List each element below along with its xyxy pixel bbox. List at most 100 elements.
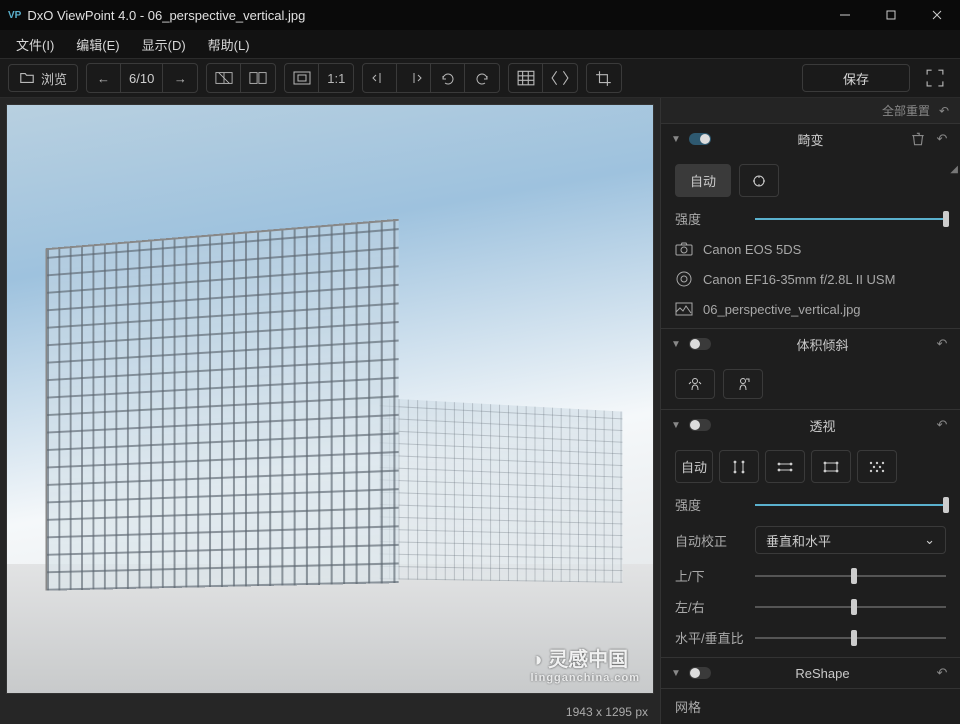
section-distortion: ▼ 畸变 ↶ 自动 强度 Canon EOS 5DS	[661, 124, 960, 329]
window-controls	[822, 0, 960, 30]
menu-file[interactable]: 文件(I)	[8, 31, 62, 58]
volume-tool-2-button[interactable]	[723, 369, 763, 399]
distortion-toggle[interactable]	[689, 133, 711, 145]
camera-info: Canon EOS 5DS	[675, 240, 946, 258]
reset-icon[interactable]: ↶	[934, 665, 950, 681]
crop-button[interactable]	[587, 64, 621, 92]
section-perspective-head[interactable]: ▼ 透视 ↶	[661, 410, 960, 440]
leftright-label: 左/右	[675, 597, 745, 616]
distortion-intensity-slider[interactable]	[755, 211, 946, 227]
nav-position: 6/10	[121, 64, 163, 92]
undo-icon[interactable]: ↶	[936, 103, 952, 119]
updown-slider[interactable]	[755, 568, 946, 584]
adjustments-panel: 全部重置 ↶ ▼ 畸变 ↶ 自动 强度	[660, 98, 960, 724]
toolbar: 浏览 ← 6/10 → 1:1 保存	[0, 58, 960, 98]
nav-next-button[interactable]: →	[163, 64, 197, 92]
crop-group	[586, 63, 622, 93]
grid-group	[508, 63, 578, 93]
caret-down-icon: ▼	[671, 668, 681, 679]
reset-icon[interactable]: ↶	[934, 417, 950, 433]
crop-grid-label: 网格	[675, 697, 745, 716]
file-info: 06_perspective_vertical.jpg	[675, 300, 946, 318]
flip-group	[362, 63, 500, 93]
perspective-intensity-slider[interactable]	[755, 497, 946, 513]
menu-help[interactable]: 帮助(L)	[200, 31, 258, 58]
auto-correct-select[interactable]: 垂直和水平 ⌄	[755, 526, 946, 554]
reshape-toggle[interactable]	[689, 667, 711, 679]
camera-name: Canon EOS 5DS	[703, 242, 801, 257]
maximize-button[interactable]	[868, 0, 914, 30]
perspective-toggle[interactable]	[689, 419, 711, 431]
section-reshape: ▼ ReShape ↶	[661, 658, 960, 689]
reshape-title: ReShape	[719, 666, 926, 681]
window-title: DxO ViewPoint 4.0 - 06_perspective_verti…	[27, 8, 822, 23]
section-volume-head[interactable]: ▼ 体积倾斜 ↶	[661, 329, 960, 359]
zoom-group: 1:1	[284, 63, 354, 93]
auto-correct-label: 自动校正	[675, 531, 745, 550]
ratio-slider[interactable]	[755, 630, 946, 646]
perspective-intensity-label: 强度	[675, 495, 745, 514]
guides-button[interactable]	[543, 64, 577, 92]
section-crop: 网格	[661, 689, 960, 724]
close-button[interactable]	[914, 0, 960, 30]
volume-toggle[interactable]	[689, 338, 711, 350]
rotate-cw-button[interactable]	[465, 64, 499, 92]
distortion-manual-button[interactable]	[739, 164, 779, 197]
distortion-title: 畸变	[719, 130, 902, 149]
reset-icon[interactable]: ↶	[934, 336, 950, 352]
updown-label: 上/下	[675, 566, 745, 585]
status-bar: 1943 x 1295 px	[0, 700, 660, 724]
lens-info: Canon EF16-35mm f/2.8L II USM	[675, 270, 946, 288]
perspective-tool-horizontal[interactable]	[765, 450, 805, 483]
reset-all-label[interactable]: 全部重置	[882, 102, 930, 119]
section-reshape-head[interactable]: ▼ ReShape ↶	[661, 658, 960, 688]
distortion-auto-button[interactable]: 自动	[675, 164, 731, 197]
section-perspective: ▼ 透视 ↶ 自动 强度 自动校正	[661, 410, 960, 658]
caret-down-icon: ▼	[671, 134, 681, 145]
perspective-tool-rect[interactable]	[811, 450, 851, 483]
caret-down-icon: ▼	[671, 420, 681, 431]
leftright-slider[interactable]	[755, 599, 946, 615]
nav-group: ← 6/10 →	[86, 63, 198, 93]
volume-tool-1-button[interactable]	[675, 369, 715, 399]
section-volume: ▼ 体积倾斜 ↶	[661, 329, 960, 410]
file-name: 06_perspective_vertical.jpg	[703, 302, 861, 317]
compare-split-button[interactable]	[207, 64, 241, 92]
compare-side-button[interactable]	[241, 64, 275, 92]
image-dimensions: 1943 x 1295 px	[566, 705, 648, 719]
image-viewer: 1943 x 1295 px ◑ 灵感中国 lingganchina.com	[0, 98, 660, 724]
lens-name: Canon EF16-35mm f/2.8L II USM	[703, 272, 895, 287]
distortion-intensity-label: 强度	[675, 209, 745, 228]
auto-correct-value: 垂直和水平	[766, 531, 831, 550]
perspective-title: 透视	[719, 416, 926, 435]
zoom-fit-button[interactable]	[285, 64, 319, 92]
perspective-tool-8pt[interactable]	[857, 450, 897, 483]
zoom-11-button[interactable]: 1:1	[319, 64, 353, 92]
fullscreen-button[interactable]	[918, 64, 952, 92]
flip-v-button[interactable]	[397, 64, 431, 92]
menu-view[interactable]: 显示(D)	[134, 31, 194, 58]
nav-prev-button[interactable]: ←	[87, 64, 121, 92]
panel-header: 全部重置 ↶	[661, 98, 960, 124]
grid-button[interactable]	[509, 64, 543, 92]
trash-icon[interactable]	[910, 131, 926, 147]
save-button[interactable]: 保存	[802, 64, 910, 92]
flip-h-button[interactable]	[363, 64, 397, 92]
title-bar: VP DxO ViewPoint 4.0 - 06_perspective_ve…	[0, 0, 960, 30]
rotate-ccw-button[interactable]	[431, 64, 465, 92]
browse-button[interactable]: 浏览	[8, 64, 78, 92]
perspective-tool-vertical[interactable]	[719, 450, 759, 483]
app-logo: VP	[8, 10, 21, 21]
reset-icon[interactable]: ↶	[934, 131, 950, 147]
menu-edit[interactable]: 编辑(E)	[68, 31, 127, 58]
menu-bar: 文件(I) 编辑(E) 显示(D) 帮助(L)	[0, 30, 960, 58]
volume-title: 体积倾斜	[719, 335, 926, 354]
perspective-auto-button[interactable]: 自动	[675, 450, 713, 483]
minimize-button[interactable]	[822, 0, 868, 30]
browse-label: 浏览	[41, 69, 67, 88]
ratio-label: 水平/垂直比	[675, 628, 745, 647]
section-distortion-head[interactable]: ▼ 畸变 ↶	[661, 124, 960, 154]
section-resize-icon[interactable]: ◢	[950, 164, 958, 175]
image-canvas[interactable]	[6, 104, 654, 694]
main-area: 1943 x 1295 px ◑ 灵感中国 lingganchina.com 全…	[0, 98, 960, 724]
